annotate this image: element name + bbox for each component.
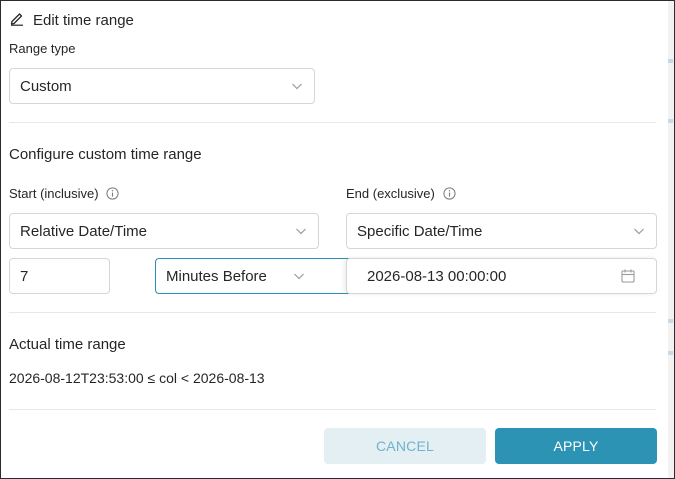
chevron-down-icon bbox=[294, 273, 304, 280]
start-unit-select[interactable]: Minutes Before bbox=[155, 258, 355, 294]
dialog-title: Edit time range bbox=[9, 10, 134, 30]
range-type-select[interactable]: Custom bbox=[9, 68, 315, 104]
apply-button[interactable]: APPLY bbox=[495, 428, 657, 464]
actual-range-heading: Actual time range bbox=[9, 336, 126, 353]
end-mode-value: Specific Date/Time bbox=[357, 222, 483, 240]
info-icon[interactable] bbox=[106, 187, 119, 200]
start-mode-value: Relative Date/Time bbox=[20, 222, 147, 240]
pencil-icon bbox=[9, 10, 25, 30]
divider bbox=[9, 122, 656, 123]
range-type-value: Custom bbox=[20, 77, 72, 95]
actual-range-value: 2026-08-12T23:53:00 ≤ col < 2026-08-13 bbox=[9, 370, 265, 386]
chevron-down-icon bbox=[292, 83, 302, 90]
start-label: Start (inclusive) bbox=[9, 186, 119, 201]
end-datetime-input[interactable]: 2026-08-13 00:00:00 bbox=[346, 258, 657, 294]
custom-range-heading: Configure custom time range bbox=[9, 146, 202, 163]
info-icon[interactable] bbox=[442, 187, 456, 200]
end-label: End (exclusive) bbox=[346, 186, 456, 201]
chevron-down-icon bbox=[634, 228, 644, 235]
end-datetime-value: 2026-08-13 00:00:00 bbox=[367, 267, 507, 285]
start-unit-value: Minutes Before bbox=[166, 267, 267, 285]
scrollbar[interactable] bbox=[668, 1, 674, 478]
divider bbox=[9, 312, 656, 313]
chevron-down-icon bbox=[296, 228, 306, 235]
start-mode-select[interactable]: Relative Date/Time bbox=[9, 213, 319, 249]
start-amount-input[interactable]: 7 bbox=[9, 258, 110, 294]
cancel-button[interactable]: CANCEL bbox=[324, 428, 486, 464]
end-mode-select[interactable]: Specific Date/Time bbox=[346, 213, 657, 249]
calendar-icon[interactable] bbox=[620, 268, 636, 284]
divider bbox=[9, 409, 656, 410]
dialog-title-text: Edit time range bbox=[33, 11, 134, 29]
range-type-label: Range type bbox=[9, 41, 76, 56]
